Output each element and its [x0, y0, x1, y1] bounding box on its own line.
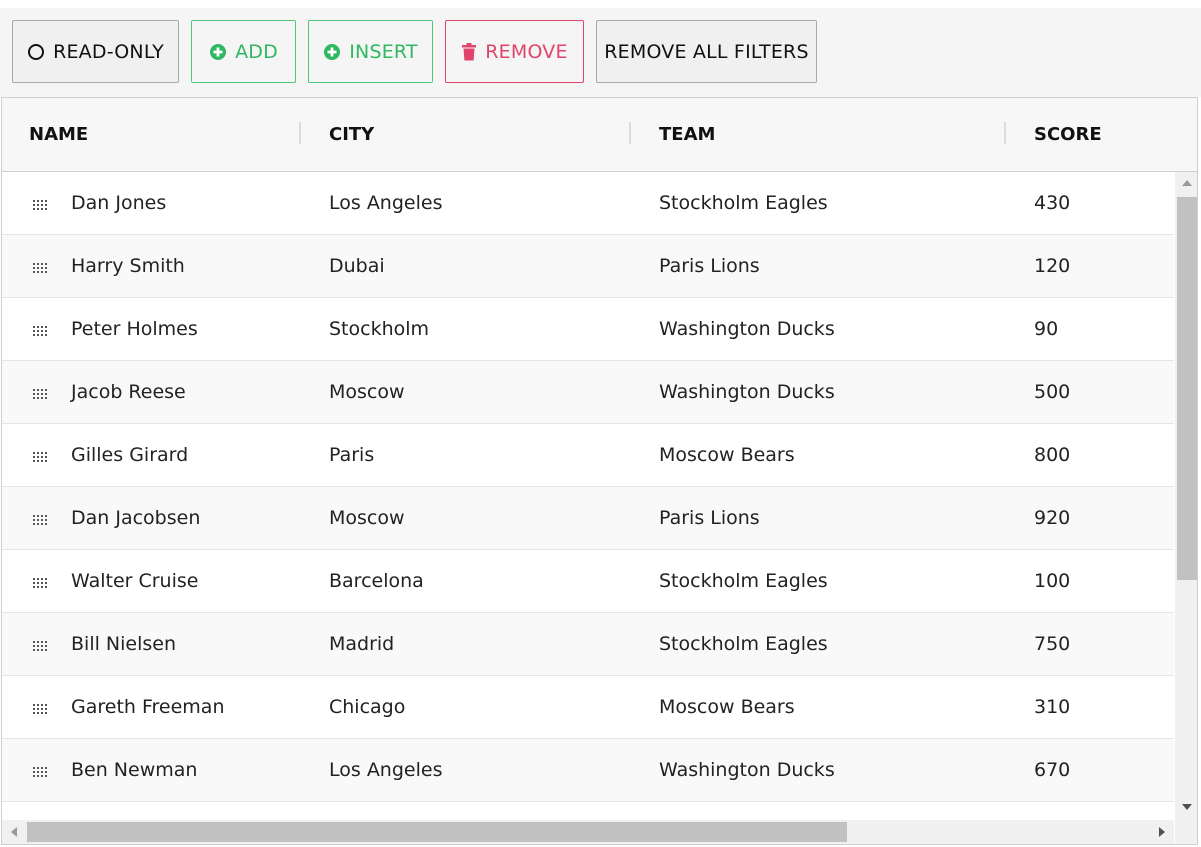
cell-city[interactable]: Chicago: [329, 676, 405, 738]
drag-handle-icon[interactable]: [33, 196, 49, 210]
table-row[interactable]: Dan Jacobsen Moscow Paris Lions 920: [2, 487, 1174, 550]
cell-score[interactable]: 120: [1034, 235, 1070, 297]
table-row[interactable]: Gilles Girard Paris Moscow Bears 800: [2, 424, 1174, 487]
add-button[interactable]: ADD: [191, 20, 296, 83]
table-row[interactable]: Jacob Reese Moscow Washington Ducks 500: [2, 361, 1174, 424]
cell-score[interactable]: 920: [1034, 487, 1070, 549]
vertical-scrollbar[interactable]: [1175, 172, 1197, 820]
drag-handle-icon[interactable]: [33, 511, 49, 525]
table-row[interactable]: Walter Cruise Barcelona Stockholm Eagles…: [2, 550, 1174, 613]
plus-circle-icon: [209, 43, 227, 61]
data-grid: NAME CITY TEAM SCORE Dan Jones Los Angel…: [1, 97, 1198, 845]
cell-name[interactable]: Harry Smith: [71, 235, 185, 297]
cell-score[interactable]: 90: [1034, 298, 1058, 360]
cell-team[interactable]: Washington Ducks: [659, 298, 835, 360]
cell-score[interactable]: 800: [1034, 424, 1070, 486]
cell-score[interactable]: 500: [1034, 361, 1070, 423]
cell-team[interactable]: Stockholm Eagles: [659, 550, 828, 612]
drag-handle-icon[interactable]: [33, 385, 49, 399]
insert-label: INSERT: [349, 40, 418, 63]
cell-city[interactable]: Stockholm: [329, 298, 429, 360]
cell-city[interactable]: Los Angeles: [329, 172, 442, 234]
cell-team[interactable]: Washington Ducks: [659, 361, 835, 423]
table-row[interactable]: Ben Newman Los Angeles Washington Ducks …: [2, 739, 1174, 802]
drag-handle-icon[interactable]: [33, 574, 49, 588]
vertical-scroll-thumb[interactable]: [1177, 197, 1197, 580]
cell-score[interactable]: 430: [1034, 172, 1070, 234]
remove-all-filters-label: REMOVE ALL FILTERS: [604, 40, 809, 63]
horizontal-scroll-thumb[interactable]: [27, 822, 847, 842]
cell-team[interactable]: Paris Lions: [659, 487, 760, 549]
cell-city[interactable]: Moscow: [329, 361, 405, 423]
cell-score[interactable]: 310: [1034, 676, 1070, 738]
cell-team[interactable]: Stockholm Eagles: [659, 172, 828, 234]
read-only-button[interactable]: READ-ONLY: [12, 20, 179, 83]
drag-handle-icon[interactable]: [33, 637, 49, 651]
cell-name[interactable]: Jacob Reese: [71, 361, 186, 423]
grid-header: NAME CITY TEAM SCORE: [2, 98, 1197, 172]
cell-city[interactable]: Dubai: [329, 235, 385, 297]
insert-button[interactable]: INSERT: [308, 20, 433, 83]
column-resize-handle[interactable]: [629, 122, 631, 144]
table-row[interactable]: [2, 802, 1174, 820]
cell-city[interactable]: Barcelona: [329, 550, 424, 612]
cell-name[interactable]: Peter Holmes: [71, 298, 198, 360]
column-resize-handle[interactable]: [1004, 122, 1006, 144]
cell-city[interactable]: Paris: [329, 424, 374, 486]
cell-name[interactable]: Dan Jones: [71, 172, 166, 234]
add-label: ADD: [235, 40, 278, 63]
cell-name[interactable]: Gareth Freeman: [71, 676, 225, 738]
cell-score[interactable]: 670: [1034, 739, 1070, 801]
column-resize-handle[interactable]: [299, 122, 301, 144]
read-only-label: READ-ONLY: [53, 40, 164, 63]
plus-circle-icon: [323, 43, 341, 61]
drag-handle-icon[interactable]: [33, 322, 49, 336]
cell-score[interactable]: 100: [1034, 550, 1070, 612]
cell-score[interactable]: 750: [1034, 613, 1070, 675]
scroll-right-arrow-icon[interactable]: [1159, 827, 1165, 837]
cell-name[interactable]: Walter Cruise: [71, 550, 198, 612]
table-row[interactable]: Bill Nielsen Madrid Stockholm Eagles 750: [2, 613, 1174, 676]
table-row[interactable]: Harry Smith Dubai Paris Lions 120: [2, 235, 1174, 298]
drag-handle-icon[interactable]: [33, 259, 49, 273]
scroll-left-arrow-icon[interactable]: [11, 827, 17, 837]
drag-handle-icon[interactable]: [33, 763, 49, 777]
cell-team[interactable]: Moscow Bears: [659, 424, 795, 486]
column-header-city[interactable]: CITY: [329, 98, 374, 171]
horizontal-scrollbar[interactable]: [2, 820, 1174, 844]
column-header-team[interactable]: TEAM: [659, 98, 715, 171]
radio-circle-icon: [27, 43, 45, 61]
cell-name[interactable]: Bill Nielsen: [71, 613, 176, 675]
table-row[interactable]: Peter Holmes Stockholm Washington Ducks …: [2, 298, 1174, 361]
cell-city[interactable]: Madrid: [329, 613, 394, 675]
table-row[interactable]: Dan Jones Los Angeles Stockholm Eagles 4…: [2, 172, 1174, 235]
trash-icon: [461, 42, 477, 61]
scrollbar-corner: [1175, 820, 1197, 844]
grid-body: Dan Jones Los Angeles Stockholm Eagles 4…: [2, 172, 1174, 820]
cell-name[interactable]: Gilles Girard: [71, 424, 188, 486]
drag-handle-icon[interactable]: [33, 700, 49, 714]
scroll-up-arrow-icon[interactable]: [1182, 180, 1192, 186]
cell-name[interactable]: Dan Jacobsen: [71, 487, 200, 549]
cell-team[interactable]: Moscow Bears: [659, 676, 795, 738]
remove-all-filters-button[interactable]: REMOVE ALL FILTERS: [596, 20, 817, 83]
drag-handle-icon[interactable]: [33, 448, 49, 462]
table-row[interactable]: Gareth Freeman Chicago Moscow Bears 310: [2, 676, 1174, 739]
cell-name[interactable]: Ben Newman: [71, 739, 197, 801]
cell-city[interactable]: Moscow: [329, 487, 405, 549]
cell-team[interactable]: Washington Ducks: [659, 739, 835, 801]
cell-team[interactable]: Stockholm Eagles: [659, 613, 828, 675]
column-header-name[interactable]: NAME: [29, 98, 88, 171]
cell-team[interactable]: Paris Lions: [659, 235, 760, 297]
remove-label: REMOVE: [485, 40, 568, 63]
remove-button[interactable]: REMOVE: [445, 20, 584, 83]
toolbar: READ-ONLY ADD INSERT REMOVE REMOVE ALL F…: [0, 8, 1201, 97]
column-header-score[interactable]: SCORE: [1034, 98, 1102, 171]
cell-city[interactable]: Los Angeles: [329, 739, 442, 801]
scroll-down-arrow-icon[interactable]: [1182, 804, 1192, 810]
